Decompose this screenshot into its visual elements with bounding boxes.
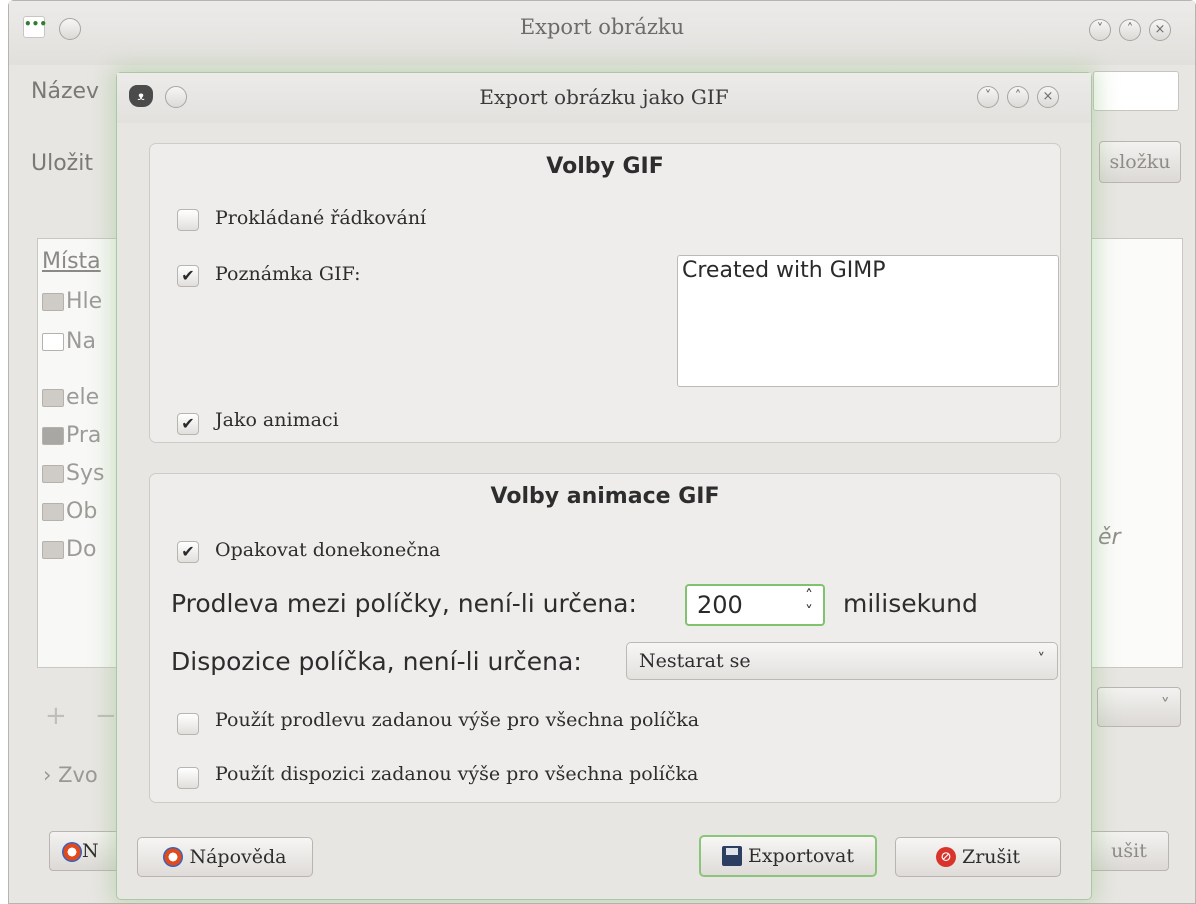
use-disposal-all-checkbox[interactable]	[177, 767, 199, 789]
comment-label: Poznámka GIF:	[215, 263, 361, 285]
name-input[interactable]	[1093, 71, 1179, 111]
expander-arrow-icon: ›	[43, 763, 52, 787]
expander[interactable]: › Zvo	[43, 763, 98, 787]
interlace-label: Prokládané řádkování	[215, 207, 427, 229]
as-animation-checkbox[interactable]: ✔	[177, 413, 199, 435]
cancel-button[interactable]: ⊘ Zrušit	[895, 837, 1061, 877]
desktop-icon	[42, 427, 64, 445]
animation-options-title: Volby animace GIF	[490, 484, 720, 509]
binoculars-icon	[42, 293, 64, 311]
animation-options-frame: Volby animace GIF	[149, 473, 1061, 803]
delay-label: Prodleva mezi políčky, není-li určena:	[171, 589, 637, 618]
place-home[interactable]: ele	[42, 385, 99, 410]
check-icon: ✔	[181, 266, 195, 285]
close-icon[interactable]: ×	[1149, 19, 1171, 41]
export-button[interactable]: Exportovat	[699, 835, 877, 877]
delay-value: 200	[697, 591, 743, 619]
places-panel: Místa Hle Na ele Pra Sys Ob Do	[37, 238, 127, 668]
loop-forever-checkbox[interactable]: ✔	[177, 541, 199, 563]
home-folder-icon	[42, 389, 64, 407]
folder-icon	[42, 503, 64, 521]
place-recent[interactable]: Na	[42, 329, 96, 354]
comment-checkbox[interactable]: ✔	[177, 265, 199, 287]
place-desktop[interactable]: Pra	[42, 423, 101, 448]
loop-forever-label: Opakovat donekonečna	[215, 539, 441, 561]
delay-unit-label: milisekund	[843, 589, 978, 618]
create-folder-button[interactable]: složku	[1099, 141, 1181, 183]
back-help-button[interactable]: N	[49, 831, 123, 871]
delay-spinbutton[interactable]: 200 ˄ ˅	[685, 584, 825, 626]
cancel-icon: ⊘	[936, 847, 956, 867]
help-icon	[62, 842, 82, 862]
recent-icon	[42, 333, 64, 351]
back-cancel-button[interactable]: ušit	[1089, 831, 1169, 871]
use-delay-all-checkbox[interactable]	[177, 713, 199, 735]
dialog-close-icon[interactable]: ×	[1037, 86, 1059, 108]
place-pictures[interactable]: Ob	[42, 499, 97, 524]
add-bookmark-icon[interactable]: +	[45, 701, 67, 731]
check-icon: ✔	[181, 414, 195, 433]
export-gif-dialog: ᴥ Export obrázku jako GIF ˅ ˄ × Volby GI…	[116, 72, 1092, 900]
spin-arrows-icon[interactable]: ˄ ˅	[805, 588, 813, 620]
chevron-down-icon: ˅	[1037, 650, 1046, 668]
use-disposal-all-label: Použít dispozici zadanou výše pro všechn…	[215, 763, 699, 785]
use-delay-all-label: Použít prodlevu zadanou výše pro všechna…	[215, 709, 700, 731]
drive-icon	[42, 465, 64, 483]
help-button[interactable]: Nápověda	[137, 837, 313, 877]
dialog-title: Export obrázku jako GIF	[479, 85, 729, 109]
maximize-icon[interactable]: ˄	[1119, 19, 1141, 41]
disposal-label: Dispozice políčka, není-li určena:	[171, 647, 582, 676]
place-documents[interactable]: Do	[42, 537, 96, 562]
minimize-icon[interactable]: ˅	[1089, 19, 1111, 41]
dialog-titlebar: ᴥ Export obrázku jako GIF ˅ ˄ ×	[117, 73, 1091, 123]
back-window-titlebar: ••• Export obrázku ˅ ˄ ×	[9, 1, 1195, 65]
remove-bookmark-icon[interactable]: −	[95, 701, 117, 731]
help-icon	[163, 847, 184, 867]
gif-options-title: Volby GIF	[546, 154, 664, 179]
file-type-combo[interactable]: ˅	[1097, 687, 1181, 727]
disposal-value: Nestarat se	[639, 650, 751, 672]
check-icon: ✔	[181, 542, 195, 561]
place-search[interactable]: Hle	[42, 289, 102, 314]
dialog-maximize-icon[interactable]: ˄	[1007, 86, 1029, 108]
back-window-title: Export obrázku	[519, 15, 685, 39]
places-header: Místa	[42, 249, 101, 274]
folder-icon	[42, 541, 64, 559]
dialog-minimize-icon[interactable]: ˅	[977, 86, 999, 108]
save-icon	[721, 846, 742, 866]
gif-comment-textarea[interactable]: Created with GIMP	[677, 255, 1059, 387]
files-panel: ěr	[1089, 238, 1183, 668]
files-text: ěr	[1098, 525, 1121, 550]
name-label: Název	[31, 79, 100, 104]
as-animation-label: Jako animaci	[215, 409, 339, 431]
interlace-checkbox[interactable]	[177, 209, 199, 231]
disposal-combo[interactable]: Nestarat se ˅	[626, 642, 1058, 680]
place-system[interactable]: Sys	[42, 461, 104, 486]
save-in-label: Uložit	[31, 151, 93, 176]
